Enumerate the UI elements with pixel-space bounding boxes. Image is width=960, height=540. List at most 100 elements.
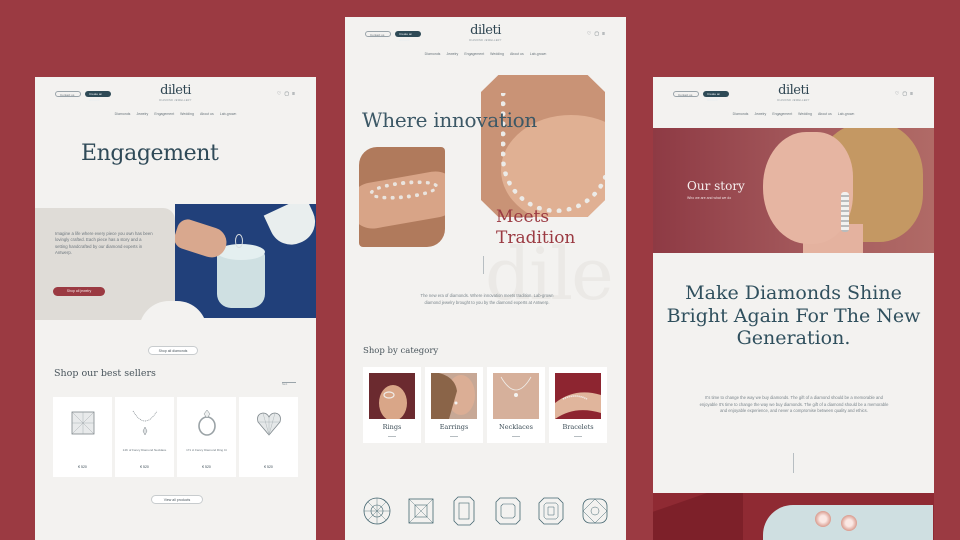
main-nav: Diamonds Jewelry Engagement Wedding Abou… [345,52,626,56]
nav-jewelry[interactable]: Jewelry [754,112,766,116]
bestsellers-title: Shop our best sellers [54,368,156,379]
menu-icon[interactable]: ≡ [910,91,916,97]
stud-earring-icon [841,515,857,531]
hero-headline-accent: Meets Tradition [496,207,575,249]
site-header: Contact us Create an account dileti DIAM… [653,77,934,123]
nav-wedding[interactable]: Wedding [490,52,504,56]
menu-icon[interactable]: ≡ [292,91,298,97]
product-price: € 520 [202,465,211,469]
earring-icon [841,192,849,232]
earrings-photo [653,493,934,540]
cushion-cut-icon[interactable] [580,495,610,527]
nav-engagement[interactable]: Engagement [464,52,484,56]
carousel-next-arrow[interactable]: Next [282,382,296,386]
logo-tagline: DIAMOND JEWELLERY [777,99,810,102]
nav-lab-grown[interactable]: Lab-grown [530,52,547,56]
nav-lab-grown[interactable]: Lab-grown [838,112,855,116]
round-cut-icon[interactable] [362,495,392,527]
diamond-shape-selector [362,495,610,527]
radiant-cut-icon[interactable] [493,495,523,527]
product-card[interactable]: € 520 [239,397,298,477]
nav-wedding[interactable]: Wedding [180,112,194,116]
nav-engagement[interactable]: Engagement [154,112,174,116]
hero-tradition: Tradition [496,228,576,248]
nav-about[interactable]: About us [818,112,832,116]
princess-cut-icon[interactable] [406,495,436,527]
category-label: Rings [382,423,402,431]
nav-about[interactable]: About us [510,52,524,56]
product-card[interactable]: 171 ct Fancy Diamond Ring Ct € 520 [177,397,236,477]
nav-jewelry[interactable]: Jewelry [136,112,148,116]
pedestal-shape [263,204,316,252]
bag-icon[interactable]: ▢ [902,91,910,97]
bag-icon[interactable]: ▢ [594,31,602,37]
category-card-necklaces[interactable]: Necklaces [487,367,545,443]
main-nav: Diamonds Jewelry Engagement Wedding Abou… [653,112,934,116]
earrings-thumbnail [431,373,477,419]
shop-by-category-title: Shop by category [363,346,439,356]
nav-diamonds[interactable]: Diamonds [115,112,131,116]
mission-body: It's time to change the way we buy diamo… [699,395,889,414]
necklace-icon [132,410,158,436]
nav-diamonds[interactable]: Diamonds [425,52,441,56]
dileti-logo[interactable]: dileti [35,83,316,98]
header-icons: ♡▢≡ [277,91,298,97]
shadow-shape [653,493,743,540]
arm-shape [359,167,445,233]
category-list: Rings Earrings Necklaces Bracelets [363,367,607,443]
logo-tagline: DIAMOND JEWELLERY [469,39,502,42]
divider-line [793,453,794,473]
nav-engagement[interactable]: Engagement [772,112,792,116]
main-nav: Diamonds Jewelry Engagement Wedding Abou… [35,112,316,116]
hero-headline: Where innovation [362,108,538,132]
nav-jewelry[interactable]: Jewelry [446,52,458,56]
dileti-logo[interactable]: dileti [345,23,626,38]
engagement-page-mockup: Contact us Create an account dileti DIAM… [35,77,316,540]
hero-meets: Meets [496,207,550,227]
product-card[interactable]: 14K of Fancy Diamond Necklace € 520 [115,397,174,477]
face-shape [763,132,853,244]
product-card[interactable]: € 520 [53,397,112,477]
category-card-bracelets[interactable]: Bracelets [549,367,607,443]
category-underline [450,436,458,438]
category-label: Necklaces [499,423,533,431]
hero-intro: The new era of diamonds. Where innovatio… [420,293,554,305]
bestseller-list: € 520 14K of Fancy Diamond Necklace € 52… [53,397,298,477]
our-story-page-mockup: Contact us Create an account dileti DIAM… [653,77,934,540]
story-subtitle: Who we are and what we do [687,196,732,200]
stud-earring-icon [815,511,831,527]
product-price: € 520 [140,465,149,469]
nav-wedding[interactable]: Wedding [798,112,812,116]
bracelet-photo [359,147,445,247]
category-card-earrings[interactable]: Earrings [425,367,483,443]
shop-all-diamonds-button[interactable]: Shop all diamonds [148,346,198,355]
category-underline [388,436,396,438]
view-all-products-button[interactable]: View all products [151,495,203,504]
ring-icon [198,409,216,436]
asscher-cut-icon[interactable] [536,495,566,527]
shop-jewelry-button[interactable]: Shop all jewelry [53,287,105,296]
nav-lab-grown[interactable]: Lab-grown [220,112,237,116]
bag-icon[interactable]: ▢ [284,91,292,97]
nav-diamonds[interactable]: Diamonds [733,112,749,116]
mission-headline: Make Diamonds Shine Bright Again For The… [666,282,921,349]
logo-tagline: DIAMOND JEWELLERY [159,99,192,102]
site-header: Contact us Create an account dileti DIAM… [35,77,316,123]
menu-icon[interactable]: ≡ [602,31,608,37]
product-name: 171 ct Fancy Diamond Ring Ct [186,448,227,452]
heart-diamond-icon [257,412,281,436]
dileti-logo[interactable]: dileti [653,83,934,98]
ring-photo [175,204,316,318]
header-icons: ♡▢≡ [587,31,608,37]
princess-diamond-icon [71,411,95,435]
intro-block [35,208,175,320]
category-underline [512,436,520,438]
intro-text: Imagine a life where every piece you own… [55,231,153,256]
category-card-rings[interactable]: Rings [363,367,421,443]
ring-icon [235,234,243,248]
emerald-cut-icon[interactable] [449,495,479,527]
nav-about[interactable]: About us [200,112,214,116]
category-label: Bracelets [562,423,594,431]
category-label: Earrings [439,423,469,431]
divider-line [483,256,484,274]
